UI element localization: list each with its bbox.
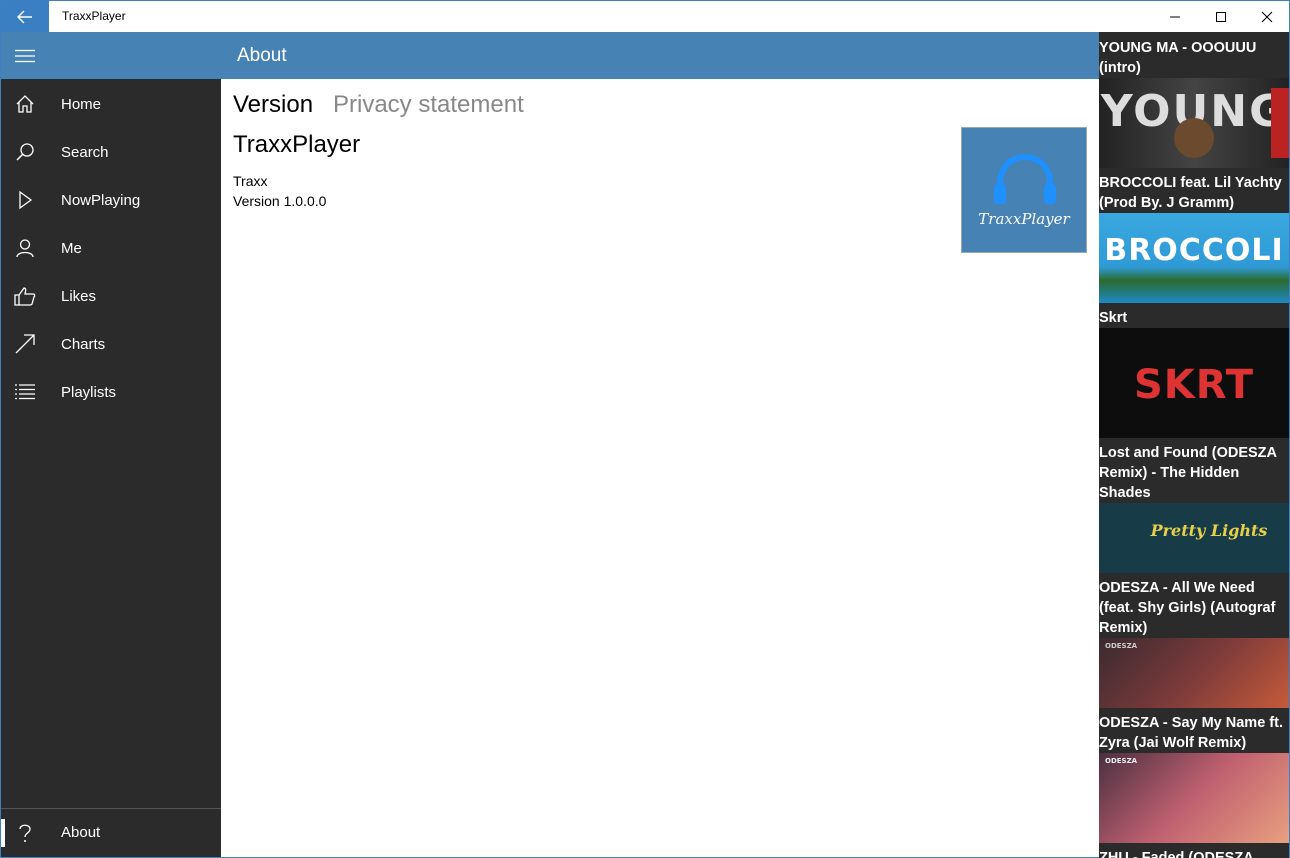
track-artwork: ODESZA [1099, 753, 1289, 843]
nav-item-about[interactable]: About [1, 808, 221, 856]
artwork-text: BROCCOLI [1104, 233, 1284, 268]
about-content: Version Privacy statement TraxxPlayer Tr… [221, 79, 1099, 858]
track-artwork: ODESZA [1099, 638, 1289, 708]
hamburger-button[interactable] [1, 32, 49, 79]
track-title: ODESZA - Say My Name ft. Zyra (Jai Wolf … [1099, 715, 1283, 751]
back-arrow-icon [17, 10, 32, 23]
track-list: YOUNG MA - OOOUUU (intro) YOUNG BROCCOLI… [1099, 32, 1290, 858]
nav-label: Playlists [61, 383, 117, 401]
nav-item-home[interactable]: Home [1, 80, 221, 128]
track-title: ODESZA - All We Need (feat. Shy Girls) (… [1099, 580, 1276, 636]
hamburger-row [1, 32, 221, 79]
track-item[interactable]: ODESZA - All We Need (feat. Shy Girls) (… [1099, 574, 1289, 708]
track-artwork: YOUNG [1099, 78, 1289, 168]
app-name: TraxxPlayer [233, 131, 361, 158]
app-logo: TraxxPlayer [961, 127, 1087, 253]
track-title: Lost and Found (ODESZA Remix) - The Hidd… [1099, 445, 1277, 501]
close-button[interactable] [1244, 1, 1290, 32]
home-icon [1, 80, 49, 128]
track-artwork: Pretty Lights [1099, 503, 1289, 573]
trending-arrow-icon [1, 320, 49, 368]
nav-item-playlists[interactable]: Playlists [1, 368, 221, 416]
artwork-text: SKRT [1133, 362, 1255, 408]
artwork-text: Pretty Lights [1150, 521, 1268, 540]
page-title: About [237, 45, 287, 66]
nav-label: Likes [61, 287, 97, 305]
headphones-icon [994, 154, 1056, 204]
minimize-button[interactable] [1152, 1, 1198, 32]
artwork-text: ODESZA [1105, 642, 1138, 650]
list-icon [1, 368, 49, 416]
window-title: TraxxPlayer [62, 9, 126, 23]
nav-item-me[interactable]: Me [1, 224, 221, 272]
nav-item-search[interactable]: Search [1, 128, 221, 176]
track-item[interactable]: Skrt SKRT [1099, 304, 1289, 438]
version-text: Version 1.0.0.0 [233, 193, 327, 209]
nav-item-charts[interactable]: Charts [1, 320, 221, 368]
nav-label: Charts [61, 335, 106, 353]
nav-item-likes[interactable]: Likes [1, 272, 221, 320]
nav-label: Me [61, 239, 82, 257]
logo-text: TraxxPlayer [978, 210, 1070, 228]
nav-label: About [61, 824, 101, 841]
selection-indicator [1, 819, 5, 847]
track-artwork: SKRT [1099, 328, 1289, 438]
nav-label: Search [61, 143, 109, 161]
title-bar: TraxxPlayer [0, 0, 1290, 32]
minimize-icon [1170, 16, 1180, 17]
track-item[interactable]: Lost and Found (ODESZA Remix) - The Hidd… [1099, 439, 1289, 573]
close-icon [1261, 11, 1273, 22]
nav-label: Home [61, 95, 102, 113]
nav-pane: Home Search NowPlaying Me Likes Charts P… [0, 32, 221, 858]
maximize-icon [1216, 11, 1226, 22]
thumbs-up-icon [1, 272, 49, 320]
person-icon [1, 224, 49, 272]
maximize-button[interactable] [1198, 1, 1244, 32]
track-item[interactable]: BROCCOLI feat. Lil Yachty (Prod By. J Gr… [1099, 169, 1289, 303]
publisher-name: Traxx [233, 173, 268, 189]
track-title: ZHU - Faded (ODESZA [1099, 850, 1254, 858]
nav-label: NowPlaying [61, 191, 141, 209]
track-item[interactable]: YOUNG MA - OOOUUU (intro) YOUNG [1099, 34, 1289, 168]
back-button[interactable] [1, 1, 49, 32]
tab-privacy-statement[interactable]: Privacy statement [333, 91, 524, 119]
search-icon [1, 128, 49, 176]
help-icon [1, 809, 49, 857]
track-title: BROCCOLI feat. Lil Yachty (Prod By. J Gr… [1099, 175, 1282, 211]
play-icon [1, 176, 49, 224]
track-title: Skrt [1099, 310, 1128, 326]
nav-item-nowplaying[interactable]: NowPlaying [1, 176, 221, 224]
artwork-text: ODESZA [1105, 757, 1138, 765]
page-header: About [221, 32, 1099, 79]
hamburger-icon [15, 49, 35, 62]
tab-version[interactable]: Version [233, 91, 313, 119]
track-artwork: BROCCOLI [1099, 213, 1289, 303]
track-item[interactable]: ZHU - Faded (ODESZA [1099, 844, 1289, 858]
track-title: YOUNG MA - OOOUUU (intro) [1099, 40, 1257, 76]
track-item[interactable]: ODESZA - Say My Name ft. Zyra (Jai Wolf … [1099, 709, 1289, 843]
